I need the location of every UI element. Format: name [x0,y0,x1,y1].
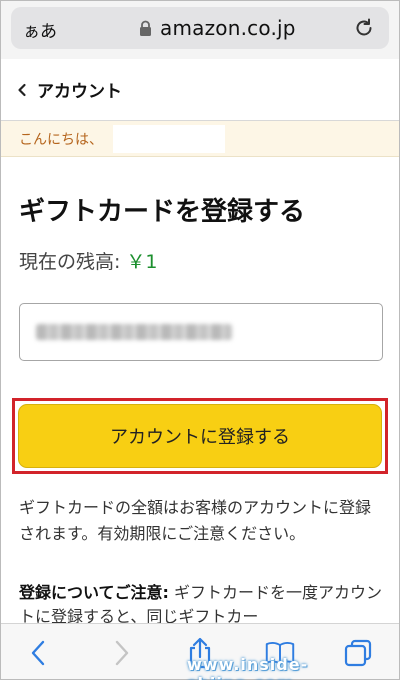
browser-toolbar [1,623,399,679]
bookmarks-button[interactable] [265,638,295,668]
redacted-name [113,125,225,153]
blurred-code-value [36,324,232,340]
url-display[interactable]: amazon.co.jp [139,16,296,40]
greeting-bar: こんにちは、 [1,121,399,157]
lock-icon [140,20,151,36]
chevron-left-icon [31,640,45,666]
chevron-right-icon [115,640,129,666]
text-size-button[interactable]: ぁあ [23,17,57,42]
greeting-text: こんにちは、 [19,132,103,148]
reload-icon[interactable] [353,17,375,39]
balance-line: 現在の残高: ￥1 [19,247,158,274]
nav-header: アカウント [1,59,399,121]
balance-label: 現在の残高: [19,251,121,273]
notice-text: 登録についてご注意: ギフトカードを一度アカウントに登録すると、同じギフトカー [19,581,385,623]
chevron-left-icon [18,83,26,96]
description-text: ギフトカードの全額はお客様のアカウントに登録されます。有効期限にご注意ください。 [19,498,372,543]
forward-button[interactable] [107,638,137,668]
browser-address-area: ぁあ amazon.co.jp [1,1,399,59]
tabs-icon [344,639,372,667]
gift-card-code-input[interactable] [19,303,383,361]
address-bar[interactable]: ぁあ amazon.co.jp [11,7,389,49]
notice-heading: 登録についてご注意: [19,583,169,602]
page-title: ギフトカードを登録する [19,197,306,227]
tabs-button[interactable] [343,638,373,668]
book-icon [265,641,295,665]
back-to-account-link[interactable]: アカウント [17,77,122,102]
share-button[interactable] [185,637,215,669]
url-text: amazon.co.jp [160,16,296,40]
back-label: アカウント [37,82,122,102]
share-icon [189,637,211,669]
back-button[interactable] [23,638,53,668]
balance-value: ￥1 [126,251,158,273]
register-to-account-button[interactable]: アカウントに登録する [18,404,382,468]
